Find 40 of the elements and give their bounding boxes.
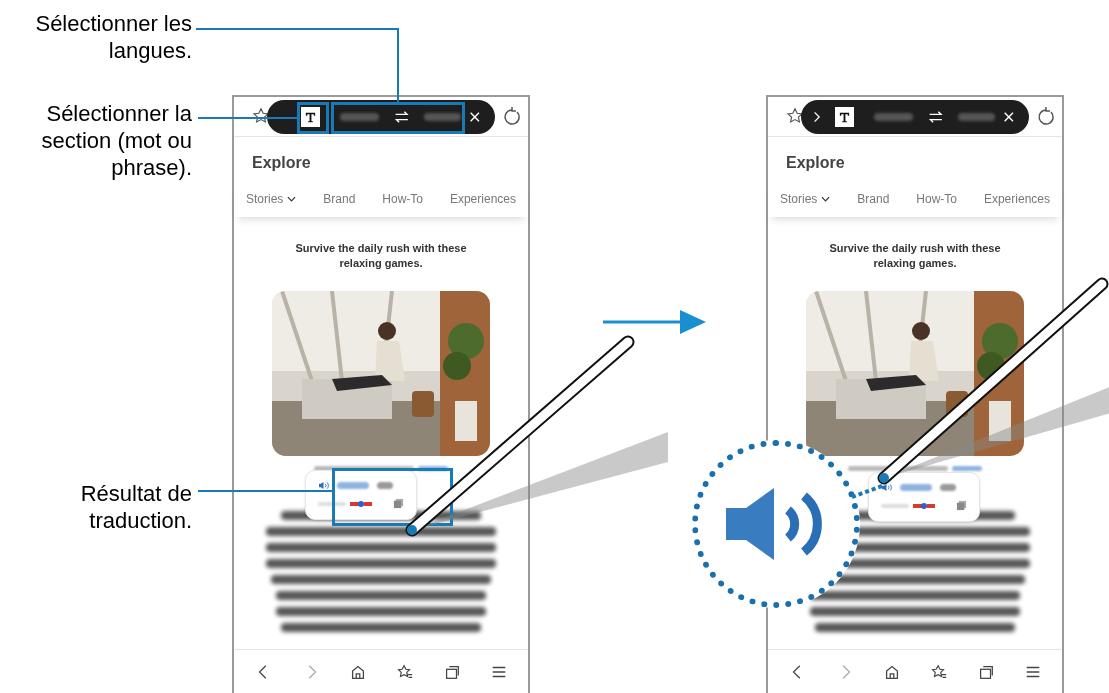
refresh-icon[interactable]: [1036, 106, 1056, 126]
text-select-button[interactable]: [300, 107, 321, 127]
callout-label: Résultat de traduction.: [79, 480, 192, 534]
speaker-icon[interactable]: [881, 483, 892, 492]
dropdown-icon: [287, 196, 297, 202]
nav-tab[interactable]: How-To: [916, 190, 957, 208]
logo-icon: [913, 501, 935, 510]
bookmark-star-icon[interactable]: [929, 662, 948, 681]
text-icon: [837, 110, 851, 124]
star-icon[interactable]: [786, 107, 804, 125]
nav-tab[interactable]: Brand: [323, 190, 356, 208]
nav-tab[interactable]: Stories: [780, 190, 831, 208]
nav-tab[interactable]: How-To: [382, 190, 423, 208]
blurred-text: [900, 484, 932, 491]
headline: Survive the daily rush with these relaxing games.: [828, 241, 1002, 271]
headline: Survive the daily rush with these relaxing games.: [294, 241, 468, 271]
page-title: Explore: [251, 153, 312, 173]
nav-tab[interactable]: Stories: [246, 190, 297, 208]
refresh-icon[interactable]: [502, 106, 522, 126]
callout-label: Sélectionner les langues.: [34, 10, 192, 64]
text-select-button[interactable]: [834, 107, 855, 127]
nav-tab[interactable]: Experiences: [983, 190, 1050, 208]
bookmark-star-icon[interactable]: [395, 662, 414, 681]
highlight-frame: [297, 102, 329, 134]
close-icon[interactable]: [1003, 111, 1015, 123]
nav-tab[interactable]: Experiences: [449, 190, 516, 208]
blurred-text: [940, 484, 956, 491]
copy-icon[interactable]: [956, 500, 967, 511]
text-icon: [303, 110, 317, 124]
blurred-text: [881, 503, 909, 508]
chevron-icon[interactable]: [813, 111, 821, 123]
dropdown-icon: [821, 196, 831, 202]
swap-icon[interactable]: [393, 110, 411, 124]
close-icon[interactable]: [469, 111, 481, 123]
callout-label: Sélectionner la section (mot ou phrase).: [40, 100, 192, 181]
page-title: Explore: [785, 153, 846, 173]
nav-tab[interactable]: Brand: [857, 190, 890, 208]
star-icon[interactable]: [252, 107, 270, 125]
swap-icon[interactable]: [927, 110, 945, 124]
arrow-icon: [603, 310, 706, 334]
